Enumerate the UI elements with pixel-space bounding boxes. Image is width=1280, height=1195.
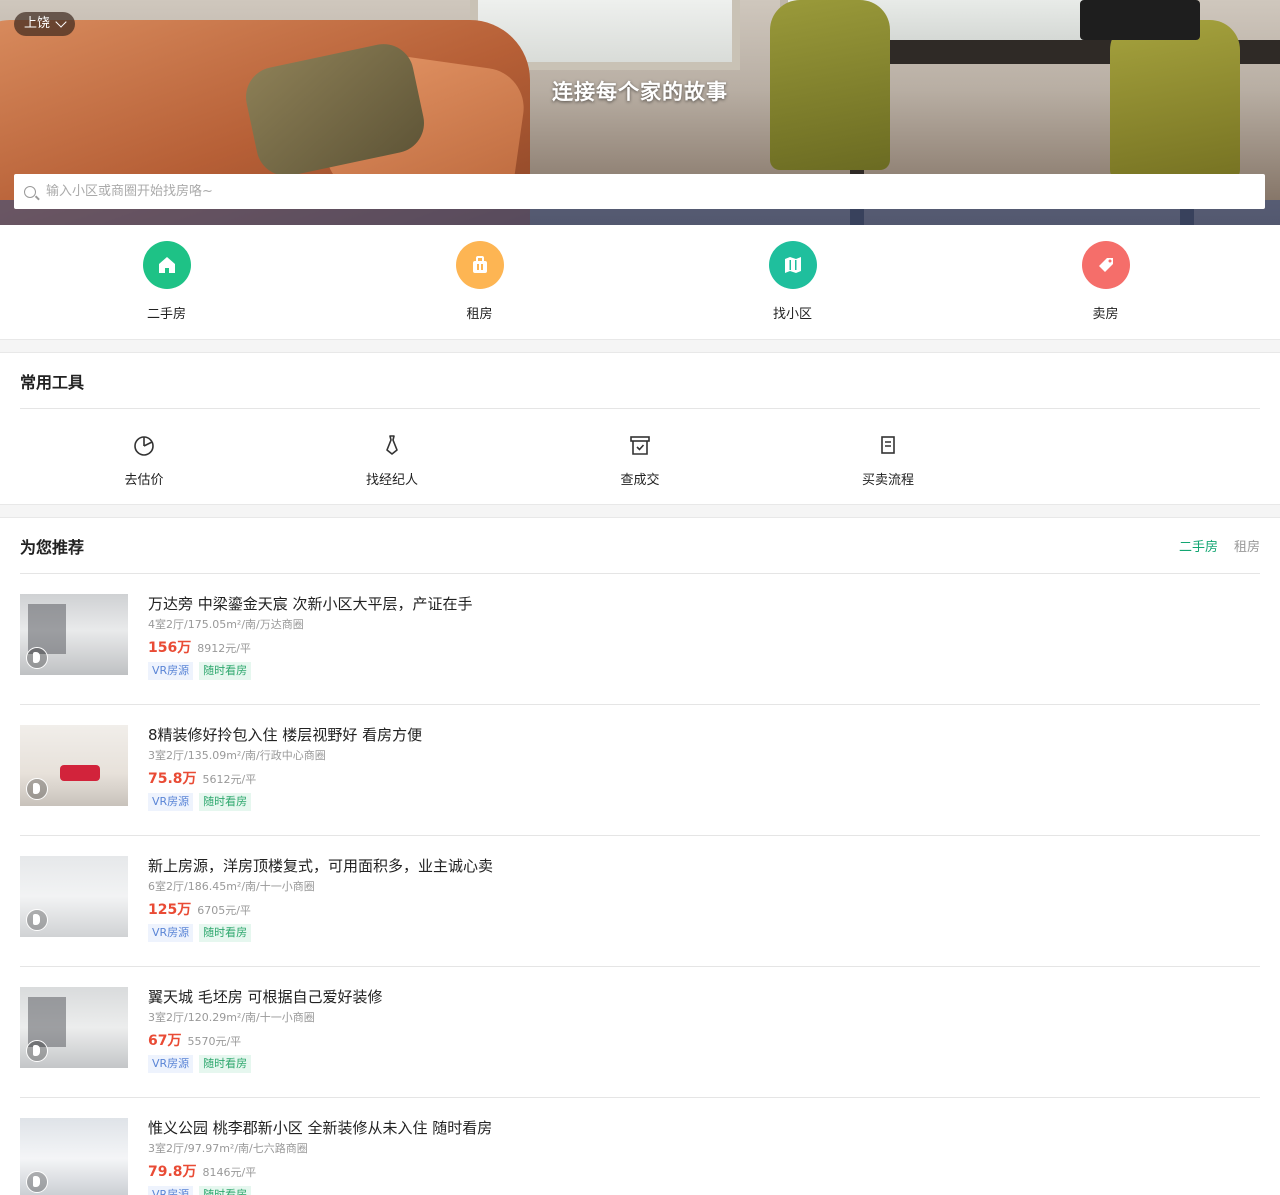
- recommend-tabs: 二手房 租房: [1179, 536, 1260, 555]
- nav-item-rent[interactable]: 租房: [323, 225, 636, 339]
- archive-check-icon: [628, 433, 652, 461]
- listing-item[interactable]: 惟义公园 桃李郡新小区 全新装修从未入住 随时看房 3室2厅/97.97m²/南…: [20, 1098, 1260, 1195]
- tool-agent[interactable]: 找经纪人: [268, 409, 516, 504]
- tool-label: 找经纪人: [365, 473, 418, 488]
- chevron-down-icon: [55, 16, 67, 28]
- listing-title: 翼天城 毛坯房 可根据自己爱好装修: [148, 988, 383, 1006]
- listing-unit-price: 8912元/平: [197, 642, 251, 655]
- listing-photo-sofa: [60, 765, 100, 781]
- section-divider: [0, 504, 1280, 518]
- vr-icon: [26, 778, 48, 800]
- listing-meta: 6室2厅/186.45m²/南/十一小商圈: [148, 880, 315, 893]
- listing-unit-price: 8146元/平: [202, 1166, 257, 1179]
- city-selector[interactable]: 上饶: [14, 12, 76, 36]
- nav-item-sell[interactable]: 卖房: [949, 225, 1262, 339]
- listing-photo: [20, 856, 128, 937]
- nav-item-second-hand[interactable]: 二手房: [10, 225, 323, 339]
- vr-tag: VR房源: [148, 1055, 194, 1073]
- tie-icon: [380, 433, 404, 461]
- listing-meta: 3室2厅/120.29m²/南/十一小商圈: [148, 1011, 315, 1024]
- nav-item-label: 租房: [466, 307, 493, 322]
- house-icon: [142, 241, 191, 289]
- vr-tag: VR房源: [148, 924, 194, 942]
- listing-item[interactable]: 8精装修好拎包入住 楼层视野好 看房方便 3室2厅/135.09m²/南/行政中…: [20, 705, 1260, 836]
- listing-title: 万达旁 中梁鎏金天宸 次新小区大平层，产证在手: [148, 595, 473, 613]
- search-icon: [24, 185, 36, 198]
- listing-photo: [20, 987, 128, 1068]
- listing-price: 75.8万: [148, 771, 197, 787]
- tool-process[interactable]: 买卖流程: [764, 409, 1012, 504]
- tool-estimate[interactable]: 去估价: [20, 409, 268, 504]
- listing-meta: 3室2厅/135.09m²/南/行政中心商圈: [148, 749, 326, 762]
- viewing-tag: 随时看房: [199, 1055, 252, 1073]
- nav-item-label: 找小区: [772, 307, 812, 322]
- listing-title: 8精装修好拎包入住 楼层视野好 看房方便: [148, 726, 423, 744]
- listing-meta: 4室2厅/175.05m²/南/万达商圈: [148, 618, 304, 631]
- vr-icon: [26, 909, 48, 931]
- vr-tag: VR房源: [148, 662, 194, 680]
- listing-price: 156万: [148, 640, 192, 656]
- listing-title: 惟义公园 桃李郡新小区 全新装修从未入住 随时看房: [148, 1119, 493, 1137]
- listing-photo: [20, 594, 128, 675]
- tool-label: 买卖流程: [861, 473, 914, 488]
- nav-item-label: 卖房: [1092, 307, 1119, 322]
- vr-tag: VR房源: [148, 1186, 194, 1195]
- document-icon: [876, 433, 900, 461]
- listing-meta: 3室2厅/97.97m²/南/七六路商圈: [148, 1142, 308, 1155]
- pie-chart-icon: [132, 433, 156, 461]
- listing-item[interactable]: 万达旁 中梁鎏金天宸 次新小区大平层，产证在手 4室2厅/175.05m²/南/…: [20, 574, 1260, 705]
- listing-item[interactable]: 翼天城 毛坯房 可根据自己爱好装修 3室2厅/120.29m²/南/十一小商圈 …: [20, 967, 1260, 1098]
- section-title: 常用工具: [20, 372, 85, 392]
- listing-photo: [20, 725, 128, 806]
- section-divider: [0, 339, 1280, 353]
- vr-icon: [26, 1040, 48, 1062]
- tools-header: 常用工具: [20, 353, 1260, 409]
- listing-unit-price: 6705元/平: [197, 904, 251, 917]
- viewing-tag: 随时看房: [199, 662, 252, 680]
- city-label: 上饶: [24, 16, 51, 31]
- vr-icon: [26, 647, 48, 669]
- tool-label: 去估价: [124, 473, 164, 488]
- main-nav: 二手房 租房 找小区 卖房: [0, 225, 1280, 339]
- map-icon: [768, 241, 817, 289]
- listing-price: 79.8万: [148, 1164, 197, 1180]
- listing-price: 67万: [148, 1033, 182, 1049]
- tag-icon: [1081, 241, 1130, 289]
- tool-label: 查成交: [620, 473, 660, 488]
- hero-slogan: 连接每个家的故事: [552, 80, 728, 104]
- search-input[interactable]: [46, 184, 1146, 199]
- section-title: 为您推荐: [20, 537, 85, 557]
- hero-laptop: [1080, 0, 1200, 40]
- viewing-tag: 随时看房: [199, 793, 252, 811]
- tool-deals[interactable]: 查成交: [516, 409, 764, 504]
- vr-tag: VR房源: [148, 793, 194, 811]
- hero-banner: 上饶 连接每个家的故事: [0, 0, 1280, 225]
- suitcase-icon: [455, 241, 504, 289]
- nav-item-community[interactable]: 找小区: [636, 225, 949, 339]
- recommend-header: 为您推荐 二手房 租房: [20, 518, 1260, 574]
- listing-unit-price: 5570元/平: [187, 1035, 242, 1048]
- listing-photo: [20, 1118, 128, 1195]
- viewing-tag: 随时看房: [199, 1186, 252, 1195]
- listing-price: 125万: [148, 902, 192, 918]
- listing-item[interactable]: 新上房源，洋房顶楼复式，可用面积多，业主诚心卖 6室2厅/186.45m²/南/…: [20, 836, 1260, 967]
- vr-icon: [26, 1171, 48, 1193]
- listing-unit-price: 5612元/平: [202, 773, 257, 786]
- search-bar[interactable]: [14, 174, 1265, 209]
- viewing-tag: 随时看房: [199, 924, 252, 942]
- nav-item-label: 二手房: [146, 307, 186, 322]
- listing-title: 新上房源，洋房顶楼复式，可用面积多，业主诚心卖: [148, 857, 494, 875]
- tab-second-hand[interactable]: 二手房: [1179, 536, 1218, 555]
- tools-grid: 去估价 找经纪人 查成交 买卖流程: [0, 409, 1280, 504]
- tab-rent[interactable]: 租房: [1234, 536, 1260, 555]
